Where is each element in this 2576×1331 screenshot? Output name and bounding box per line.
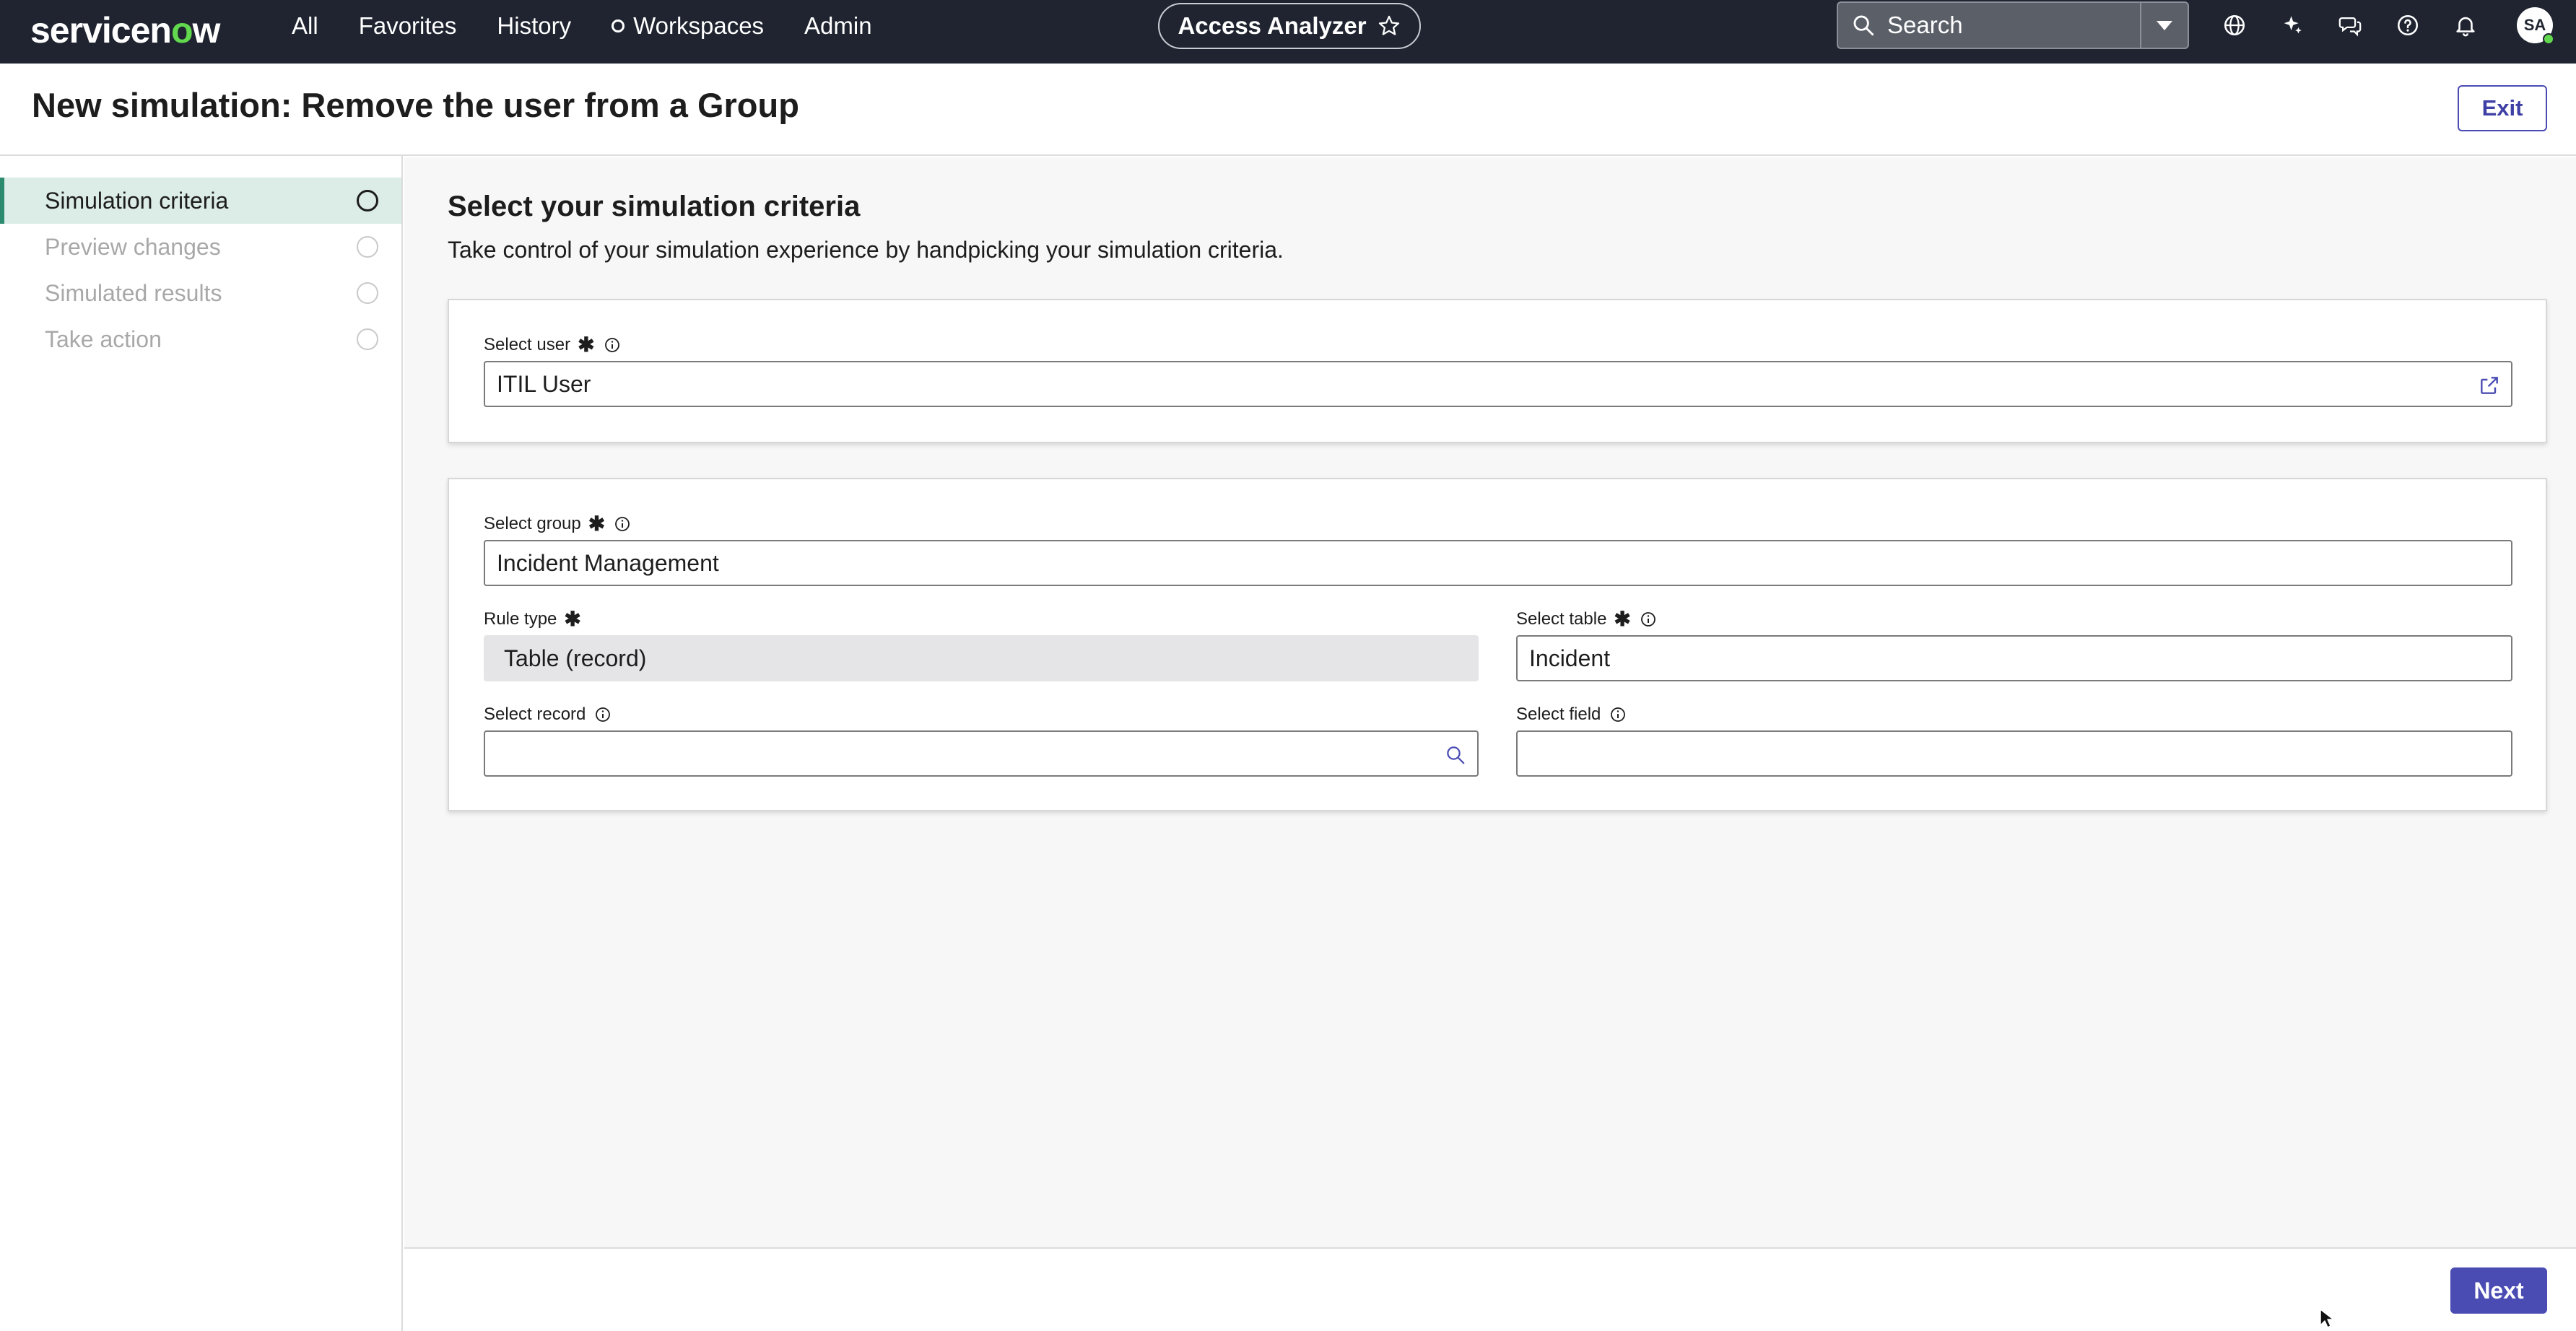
required-asterisk: ✱ xyxy=(564,608,581,630)
app-context-label: Access Analyzer xyxy=(1178,12,1367,39)
chat-icon[interactable] xyxy=(2335,10,2365,40)
nav-all[interactable]: All xyxy=(292,12,318,40)
servicenow-logo[interactable]: servicenow xyxy=(30,7,220,53)
info-icon[interactable] xyxy=(594,706,612,723)
section-title: Select your simulation criteria xyxy=(448,191,861,222)
select-field-field[interactable] xyxy=(1516,730,2512,777)
step-take-action[interactable]: Take action xyxy=(0,316,401,362)
required-asterisk: ✱ xyxy=(578,333,595,356)
select-table-field[interactable]: Incident xyxy=(1516,635,2512,681)
help-icon[interactable] xyxy=(2393,10,2423,40)
step-status-circle-icon xyxy=(357,328,378,350)
nav-history[interactable]: History xyxy=(497,12,571,40)
select-record-field[interactable] xyxy=(484,730,1479,777)
search-scope-dropdown[interactable] xyxy=(2140,1,2189,49)
rule-type-label-text: Rule type xyxy=(484,609,557,629)
select-user-label-text: Select user xyxy=(484,335,571,354)
search-icon[interactable] xyxy=(1443,742,1468,768)
nav-favorites[interactable]: Favorites xyxy=(359,12,457,40)
avatar-initials: SA xyxy=(2523,16,2546,34)
rule-type-value: Table (record) xyxy=(504,645,647,671)
step-label: Take action xyxy=(45,326,162,352)
sparkle-icon[interactable] xyxy=(2277,10,2307,40)
next-button[interactable]: Next xyxy=(2450,1267,2547,1314)
page-title: New simulation: Remove the user from a G… xyxy=(32,86,799,124)
info-icon[interactable] xyxy=(604,336,621,354)
select-table-value: Incident xyxy=(1529,645,1611,671)
step-label: Preview changes xyxy=(45,233,221,260)
bell-icon[interactable] xyxy=(2450,10,2481,40)
section-subtitle: Take control of your simulation experien… xyxy=(448,237,1284,263)
step-simulated-results[interactable]: Simulated results xyxy=(0,270,401,316)
page-header: New simulation: Remove the user from a G… xyxy=(0,64,2576,156)
step-label: Simulated results xyxy=(45,279,222,306)
rule-type-field: Table (record) xyxy=(484,635,1479,681)
user-avatar[interactable]: SA xyxy=(2517,7,2554,45)
required-asterisk: ✱ xyxy=(588,512,606,535)
globe-icon[interactable] xyxy=(2219,10,2250,40)
search-icon xyxy=(1853,15,1874,36)
select-table-label-text: Select table xyxy=(1516,609,1607,629)
workspaces-circle-icon xyxy=(612,19,625,32)
select-record-label-text: Select record xyxy=(484,704,586,724)
select-user-field[interactable]: ITIL User xyxy=(484,361,2512,407)
select-user-label: Select user ✱ xyxy=(484,335,621,355)
step-label: Simulation criteria xyxy=(45,187,229,214)
select-table-label: Select table ✱ xyxy=(1516,609,1657,629)
wizard-stepper: Simulation criteria Preview changes Simu… xyxy=(0,156,403,1331)
exit-button[interactable]: Exit xyxy=(2458,85,2547,131)
nav-workspaces-label: Workspaces xyxy=(633,12,765,39)
nav-all-label: All xyxy=(292,12,318,39)
chevron-down-icon xyxy=(2157,20,2172,30)
info-icon[interactable] xyxy=(1609,706,1627,723)
global-search-input[interactable]: Search xyxy=(1837,1,2140,49)
top-navigation-bar: servicenow All Favorites History Workspa… xyxy=(0,0,2576,64)
nav-favorites-label: Favorites xyxy=(358,12,457,39)
open-record-icon[interactable] xyxy=(2476,372,2502,398)
select-field-label-text: Select field xyxy=(1516,704,1601,724)
select-record-label: Select record xyxy=(484,704,612,725)
rule-type-label: Rule type ✱ xyxy=(484,609,581,629)
info-icon[interactable] xyxy=(1640,611,1657,628)
nav-admin[interactable]: Admin xyxy=(804,12,872,40)
wizard-footer xyxy=(404,1247,2576,1331)
step-simulation-criteria[interactable]: Simulation criteria xyxy=(0,178,401,224)
step-status-circle-icon xyxy=(357,190,378,211)
step-status-circle-icon xyxy=(357,282,378,304)
select-group-label: Select group ✱ xyxy=(484,514,631,534)
mouse-cursor-icon xyxy=(2320,1309,2334,1328)
nav-admin-label: Admin xyxy=(804,12,872,39)
presence-indicator xyxy=(2543,33,2554,45)
app-context-pill[interactable]: Access Analyzer xyxy=(1158,3,1421,49)
step-status-circle-icon xyxy=(357,236,378,258)
select-group-field[interactable]: Incident Management xyxy=(484,540,2512,586)
select-field-label: Select field xyxy=(1516,704,1627,725)
select-user-value: ITIL User xyxy=(497,370,591,397)
select-group-value: Incident Management xyxy=(497,549,719,576)
nav-history-label: History xyxy=(497,12,572,39)
nav-workspaces[interactable]: Workspaces xyxy=(612,12,764,40)
info-icon[interactable] xyxy=(614,515,631,533)
required-asterisk: ✱ xyxy=(1614,608,1631,630)
select-group-label-text: Select group xyxy=(484,514,581,533)
star-icon[interactable] xyxy=(1377,14,1401,38)
step-preview-changes[interactable]: Preview changes xyxy=(0,224,401,270)
search-placeholder: Search xyxy=(1887,12,1963,38)
nav-links: All Favorites History Workspaces Admin xyxy=(292,0,913,52)
